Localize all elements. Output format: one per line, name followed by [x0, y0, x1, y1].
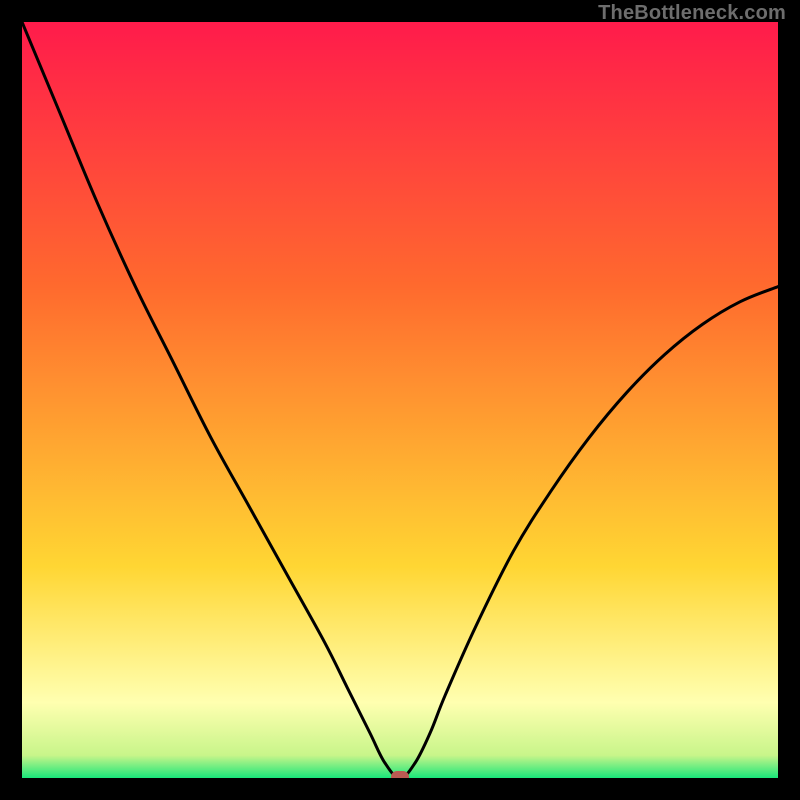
plot-svg — [22, 22, 778, 778]
gradient-rect — [22, 22, 778, 778]
plot-area — [22, 22, 778, 778]
chart-frame: TheBottleneck.com — [0, 0, 800, 800]
optimum-marker — [391, 771, 409, 778]
